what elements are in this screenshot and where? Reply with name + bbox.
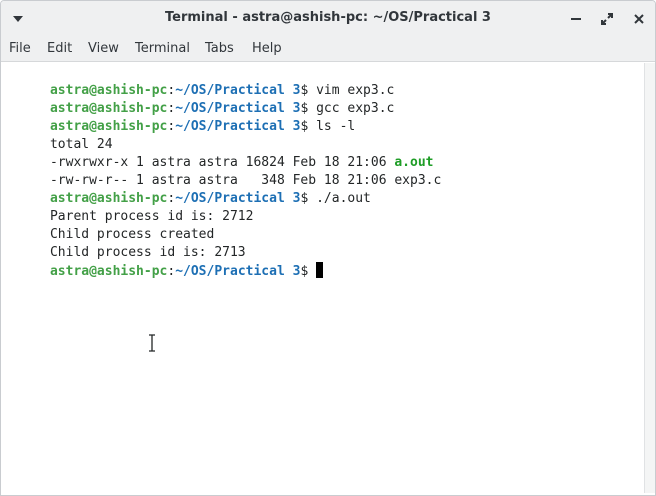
command-text: ls -l xyxy=(316,119,356,134)
command-text: ./a.out xyxy=(316,191,371,206)
close-button[interactable] xyxy=(630,10,648,28)
terminal-line: astra@ashish-pc:~/OS/Practical 3$ vim ex… xyxy=(3,64,394,98)
prompt-path: ~/OS/Practical 3 xyxy=(175,264,301,279)
menu-file[interactable]: File xyxy=(9,41,31,56)
window-title: Terminal - astra@ashish-pc: ~/OS/Practic… xyxy=(165,10,491,25)
minimize-icon xyxy=(571,18,581,20)
mouse-ibeam-cursor-icon xyxy=(149,334,155,352)
menu-view[interactable]: View xyxy=(88,41,119,56)
prompt-user-host: astra@ashish-pc xyxy=(49,264,168,279)
menu-bar: File Edit View Terminal Tabs Help xyxy=(1,37,655,62)
terminal-output-line: Child process id is: 2713 xyxy=(3,226,246,260)
menu-help[interactable]: Help xyxy=(252,41,282,56)
menu-tabs[interactable]: Tabs xyxy=(205,41,234,56)
menu-terminal[interactable]: Terminal xyxy=(135,41,190,56)
terminal-line: astra@ashish-pc:~/OS/Practical 3$ xyxy=(3,244,324,279)
terminal-output-line: Parent process id is: 2712 xyxy=(3,190,254,224)
prompt-suffix: $ xyxy=(300,191,317,206)
close-icon xyxy=(634,14,644,24)
terminal-window: Terminal - astra@ashish-pc: ~/OS/Practic… xyxy=(0,0,656,496)
prompt-suffix: $ xyxy=(300,264,317,279)
prompt-path: ~/OS/Practical 3 xyxy=(175,119,301,134)
terminal-output-line: total 24 xyxy=(3,118,113,152)
terminal-line: astra@ashish-pc:~/OS/Practical 3$ gcc ex… xyxy=(3,82,394,116)
minimize-button[interactable] xyxy=(567,10,585,28)
maximize-icon xyxy=(601,13,613,25)
terminal-output-line: -rwxrwxr-x 1 astra astra 16824 Feb 18 21… xyxy=(3,136,434,170)
prompt-suffix: $ xyxy=(300,119,317,134)
terminal-line: astra@ashish-pc:~/OS/Practical 3$ ./a.ou… xyxy=(3,172,371,206)
terminal-line: astra@ashish-pc:~/OS/Practical 3$ ls -l xyxy=(3,100,355,134)
maximize-button[interactable] xyxy=(598,10,616,28)
vertical-scrollbar[interactable] xyxy=(644,63,655,493)
terminal-output-line: -rw-rw-r-- 1 astra astra 348 Feb 18 21:0… xyxy=(3,154,441,188)
title-bar[interactable]: Terminal - astra@ashish-pc: ~/OS/Practic… xyxy=(1,1,655,37)
text-cursor xyxy=(316,262,324,278)
terminal-area[interactable]: astra@ashish-pc:~/OS/Practical 3$ vim ex… xyxy=(1,63,645,493)
terminal-output-line: Child process created xyxy=(3,208,214,242)
menu-edit[interactable]: Edit xyxy=(47,41,72,56)
